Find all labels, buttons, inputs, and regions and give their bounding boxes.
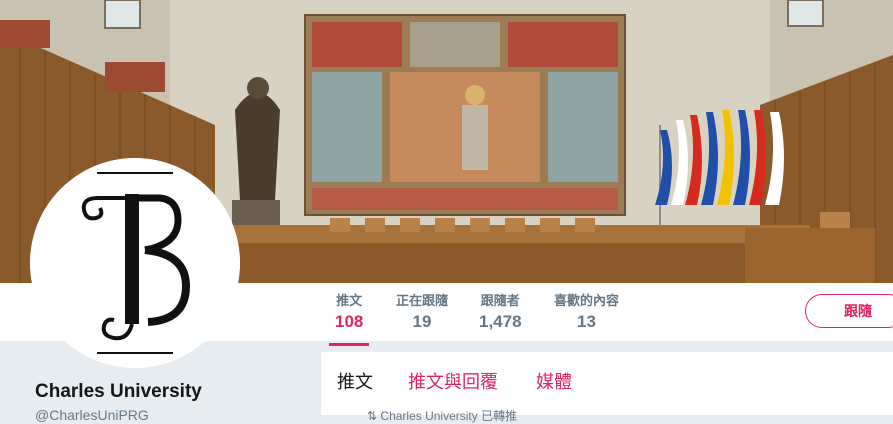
- stat-following-value: 19: [412, 312, 432, 331]
- stat-followers-value: 1,478: [479, 312, 522, 331]
- retweet-icon: ⇅: [367, 409, 378, 423]
- avatar[interactable]: [30, 158, 240, 368]
- profile-name[interactable]: Charles University: [35, 381, 202, 403]
- stat-tweets-value: 108: [335, 312, 364, 331]
- follow-button[interactable]: 跟隨: [805, 294, 893, 328]
- stat-likes[interactable]: 喜歡的內容 13: [554, 293, 619, 333]
- retweet-context-text[interactable]: Charles University 已轉推: [380, 409, 517, 423]
- tab-media[interactable]: 媒體: [536, 368, 572, 394]
- tab-tweets-and-replies[interactable]: 推文與回覆: [408, 368, 498, 394]
- stat-tweets-label: 推文: [336, 293, 363, 308]
- stat-followers[interactable]: 跟隨者 1,478: [479, 293, 522, 333]
- stat-followers-label: 跟隨者: [480, 293, 520, 308]
- stat-tweets[interactable]: 推文 108: [328, 293, 370, 346]
- timeline-panel: 推文 推文與回覆 媒體 ⇅ Charles University 已轉推: [321, 352, 893, 423]
- stat-likes-value: 13: [577, 312, 596, 331]
- stat-likes-label: 喜歡的內容: [554, 293, 620, 308]
- profile-handle[interactable]: @CharlesUniPRG: [35, 407, 149, 423]
- stat-following-label: 正在跟隨: [396, 293, 449, 308]
- retweet-context: ⇅ Charles University 已轉推: [367, 407, 517, 424]
- tab-tweets[interactable]: 推文: [337, 368, 373, 394]
- stat-following[interactable]: 正在跟隨 19: [396, 293, 448, 333]
- charles-university-logo: [30, 158, 240, 368]
